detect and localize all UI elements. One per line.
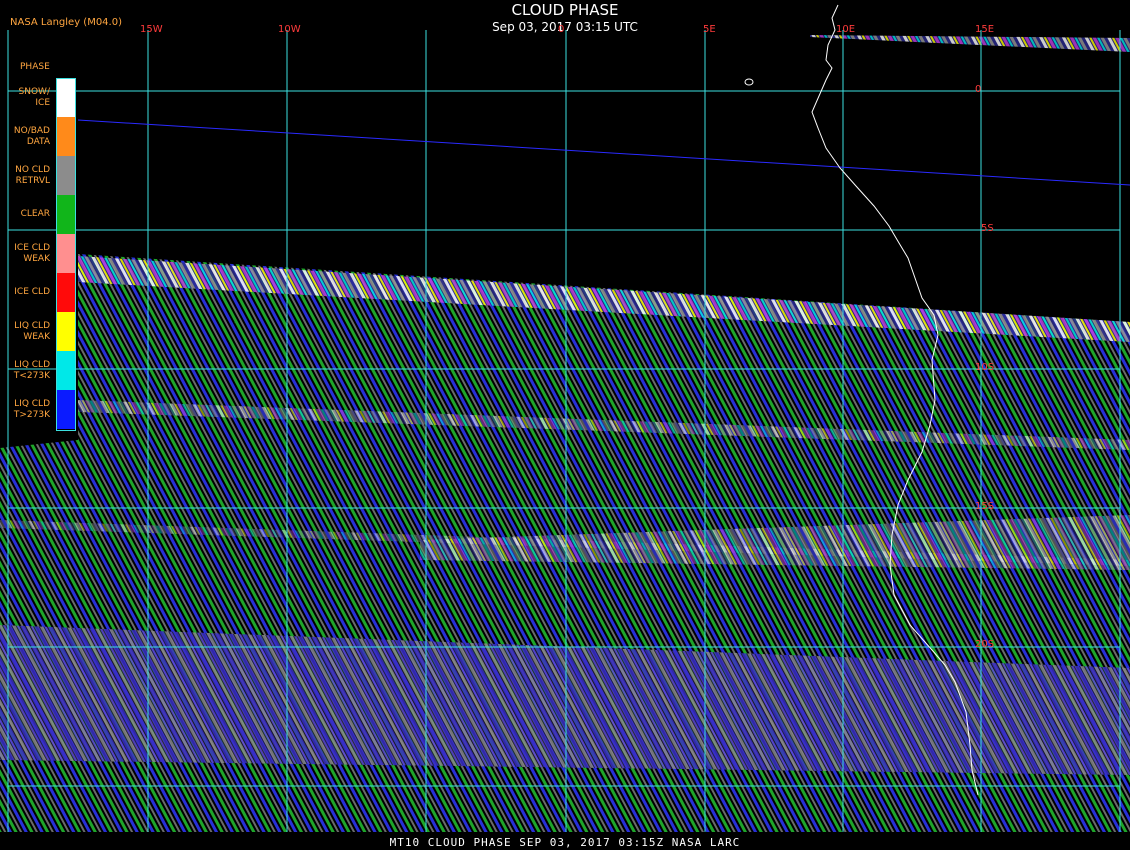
legend-label: CLEAR [2, 209, 50, 220]
lon-label-15e: 15E [975, 24, 995, 35]
bioko-island-outline [744, 78, 754, 86]
legend-label-line: T<273K [13, 370, 50, 381]
legend-title: PHASE [20, 62, 50, 72]
lat-label-5s: 5S [981, 223, 994, 234]
lat-label-0: 0 [975, 84, 982, 95]
lon-label-5e: 5E [703, 24, 716, 35]
footer-caption: MT10 CLOUD PHASE SEP 03, 2017 03:15Z NAS… [389, 836, 741, 849]
legend-label: NO/BAD DATA [2, 126, 50, 148]
lat-label-15s: 15S [975, 501, 995, 512]
map-timestamp: Sep 03, 2017 03:15 UTC [492, 20, 638, 34]
legend-label: SNOW/ICE [2, 87, 50, 109]
legend-border [56, 78, 76, 431]
legend-label-line: T>273K [13, 409, 50, 420]
lat-label-10s: 10S [975, 362, 995, 373]
satellite-image [0, 4, 1130, 832]
legend-label-line: LIQ CLD [14, 320, 50, 331]
legend-label: NO CLD RETRVL [2, 165, 50, 187]
swath-top-strip [810, 35, 1130, 52]
legend-label-line: RETRVL [15, 175, 50, 186]
legend-label-line: WEAK [23, 253, 50, 264]
lon-label-10w: 10W [278, 24, 301, 35]
legend-label: ICE CLD [2, 287, 50, 298]
lon-label-10e: 10E [836, 24, 856, 35]
lon-label-0: 0 [558, 24, 565, 35]
legend-label-line: NO CLD [15, 164, 50, 175]
legend-label: LIQ CLD T<273K [2, 360, 50, 382]
legend-label-line: ICE [35, 97, 50, 108]
legend-label-line: NO/BAD [13, 125, 50, 136]
data-swath [0, 35, 1130, 832]
legend-label-line: ICE CLD [14, 242, 50, 253]
swath-boundary-line [77, 119, 1130, 186]
legend-label-line: SNOW/ [18, 86, 50, 97]
lon-label-15w: 15W [140, 24, 163, 35]
legend-label-line: WEAK [23, 331, 50, 342]
lat-label-20s: 20S [975, 639, 995, 650]
legend-label-line: LIQ CLD [14, 398, 50, 409]
legend-label-line: LIQ CLD [14, 359, 50, 370]
legend-label-line: DATA [26, 136, 50, 147]
cloud-phase-map: CLOUD PHASE Sep 03, 2017 03:15 UTC NASA … [0, 0, 1130, 850]
legend-label: LIQ CLD WEAK [2, 321, 50, 343]
legend-label: LIQ CLD T>273K [2, 399, 50, 421]
legend-label-line: CLEAR [20, 209, 50, 219]
map-title: CLOUD PHASE [511, 1, 619, 19]
legend-label: ICE CLD WEAK [2, 243, 50, 265]
agency-label: NASA Langley (M04.0) [10, 17, 122, 28]
legend-label-line: ICE CLD [14, 287, 50, 297]
